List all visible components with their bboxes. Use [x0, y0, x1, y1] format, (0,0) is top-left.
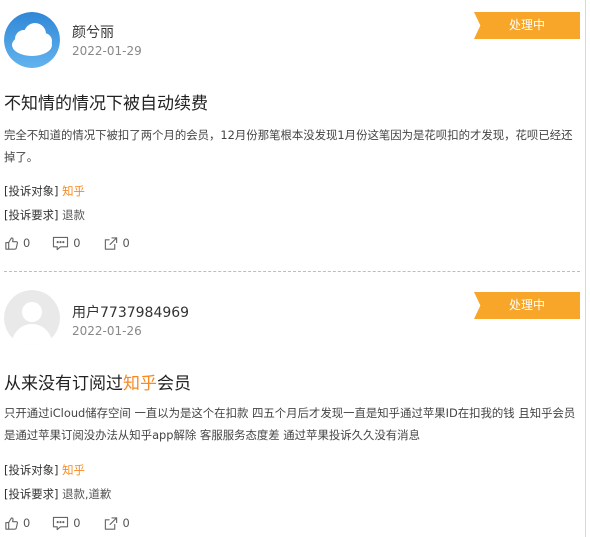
complaint-body: 只开通过iCloud储存空间 一直以为是这个在扣款 四五个月后才发现一直是知乎通…	[4, 406, 576, 442]
complaint-list: 颜兮丽 2022-01-29 处理中 不知情的情况下被自动续费 完全不知道的情况…	[0, 0, 590, 537]
complaint-title[interactable]: 不知情的情况下被自动续费	[4, 89, 208, 114]
comment-icon	[53, 236, 69, 250]
comment-icon	[53, 516, 69, 530]
share-count: 0	[122, 516, 130, 530]
request-value: 退款,道歉	[62, 487, 112, 501]
right-border	[585, 0, 586, 537]
status-badge: 处理中	[474, 12, 580, 39]
cloud-avatar-icon[interactable]	[4, 12, 60, 68]
share-icon	[104, 516, 117, 530]
title-highlight: 知乎	[123, 374, 157, 394]
complaint-body: 完全不知道的情况下被扣了两个月的会员，12月份那笔根本没发现1月份这笔因为是花呗…	[4, 128, 573, 164]
request-label: [投诉要求]	[4, 487, 59, 501]
target-label: [投诉对象]	[4, 184, 59, 198]
thumbs-up-icon	[5, 516, 19, 530]
default-avatar-icon[interactable]	[4, 290, 60, 346]
complaint-target: [投诉对象] 知乎	[4, 183, 85, 199]
complaint-target: [投诉对象] 知乎	[4, 462, 85, 478]
target-link[interactable]: 知乎	[62, 463, 85, 477]
target-link[interactable]: 知乎	[62, 184, 85, 198]
post-date: 2022-01-29	[72, 44, 142, 58]
complaint-request: [投诉要求] 退款,道歉	[4, 486, 111, 502]
complaint-card: 用户7737984969 2022-01-26 处理中 从来没有订阅过知乎会员 …	[0, 278, 585, 537]
complaint-card: 颜兮丽 2022-01-29 处理中 不知情的情况下被自动续费 完全不知道的情况…	[0, 0, 585, 268]
request-value: 退款	[62, 208, 85, 222]
comment-button[interactable]: 0	[52, 516, 81, 531]
complaint-title[interactable]: 从来没有订阅过知乎会员	[4, 369, 191, 394]
title-text-end: 会员	[157, 374, 191, 394]
thumbs-up-icon	[5, 236, 19, 250]
user-name[interactable]: 用户7737984969	[72, 302, 189, 322]
share-count: 0	[122, 236, 130, 250]
like-count: 0	[23, 236, 31, 250]
action-bar: 0 0 0	[4, 514, 152, 532]
share-icon	[104, 236, 117, 250]
post-date: 2022-01-26	[72, 324, 142, 338]
target-label: [投诉对象]	[4, 463, 59, 477]
user-name[interactable]: 颜兮丽	[72, 22, 114, 42]
comment-count: 0	[73, 236, 81, 250]
status-badge: 处理中	[474, 292, 580, 319]
request-label: [投诉要求]	[4, 208, 59, 222]
comment-button[interactable]: 0	[52, 236, 81, 251]
complaint-request: [投诉要求] 退款	[4, 207, 85, 223]
like-count: 0	[23, 516, 31, 530]
like-button[interactable]: 0	[4, 236, 30, 251]
like-button[interactable]: 0	[4, 516, 30, 531]
share-button[interactable]: 0	[103, 516, 130, 531]
title-text: 从来没有订阅过	[4, 374, 123, 394]
action-bar: 0 0 0	[4, 234, 152, 252]
comment-count: 0	[73, 516, 81, 530]
card-divider	[4, 271, 580, 272]
share-button[interactable]: 0	[103, 236, 130, 251]
